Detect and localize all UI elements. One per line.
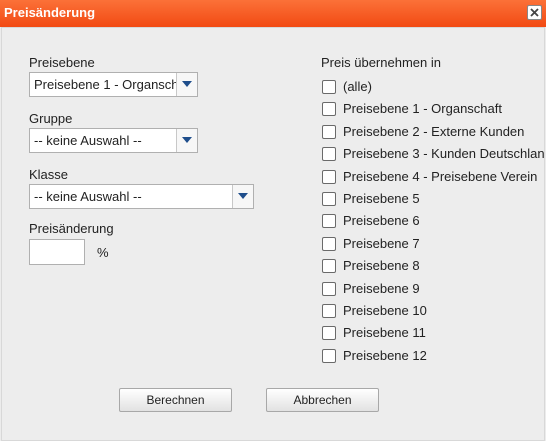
dialog-body: Preisebene Preisebene 1 - Organschaft Gr… bbox=[1, 27, 545, 441]
price-level-label: Preisebene 3 - Kunden Deutschland bbox=[343, 146, 544, 162]
price-level-label: Preisebene 7 bbox=[343, 235, 420, 251]
price-level-checkbox[interactable] bbox=[322, 169, 336, 184]
price-change-dialog: Preisänderung Preisebene Preisebene 1 - … bbox=[0, 0, 546, 441]
price-level-checkbox-list: (alle) Preisebene 1 - Organschaft Preisebe… bbox=[2, 28, 544, 440]
price-level-label: Preisebene 9 bbox=[343, 280, 420, 296]
price-level-label: Preisebene 11 bbox=[343, 325, 426, 341]
cancel-button[interactable]: Abbrechen bbox=[266, 388, 379, 412]
price-level-label: Preisebene 10 bbox=[343, 303, 427, 318]
price-level-checkbox[interactable] bbox=[322, 236, 336, 251]
price-level-checkbox[interactable] bbox=[322, 102, 336, 117]
close-icon bbox=[530, 8, 539, 17]
price-level-checkbox[interactable] bbox=[322, 326, 336, 341]
price-level-label: Preisebene 12 bbox=[343, 347, 427, 363]
price-level-label: Preisebene 5 bbox=[343, 191, 420, 206]
dialog-title: Preisänderung bbox=[4, 5, 96, 20]
price-level-checkbox[interactable] bbox=[322, 281, 336, 296]
price-level-label: Preisebene 4 - Preisebene Verein bbox=[343, 168, 538, 184]
price-level-label: (alle) bbox=[343, 79, 372, 94]
price-level-checkbox[interactable] bbox=[322, 192, 336, 206]
price-level-checkbox[interactable] bbox=[322, 259, 336, 274]
title-bar[interactable]: Preisänderung bbox=[0, 0, 546, 27]
price-level-checkbox[interactable] bbox=[322, 147, 336, 162]
price-level-label: Preisebene 6 bbox=[343, 213, 420, 229]
price-level-checkbox[interactable] bbox=[322, 124, 336, 139]
price-level-checkbox[interactable] bbox=[322, 80, 336, 94]
price-level-label: Preisebene 2 - Externe Kunden bbox=[343, 123, 525, 139]
price-level-label: Preisebene 8 bbox=[343, 258, 420, 274]
price-level-checkbox[interactable] bbox=[322, 304, 336, 318]
price-level-checkbox[interactable] bbox=[322, 348, 336, 363]
price-level-label: Preisebene 1 - Organschaft bbox=[343, 101, 502, 117]
close-button[interactable] bbox=[527, 5, 542, 20]
calculate-button[interactable]: Berechnen bbox=[119, 388, 232, 412]
price-level-checkbox[interactable] bbox=[322, 214, 336, 229]
